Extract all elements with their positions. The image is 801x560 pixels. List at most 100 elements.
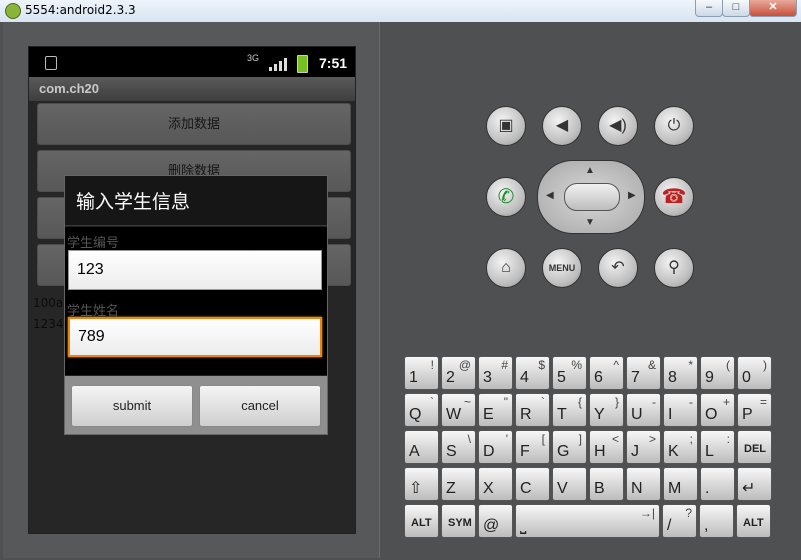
key-alt[interactable]: ALT <box>404 504 439 538</box>
key-alt-label: & <box>647 358 656 372</box>
key-y[interactable]: Y} <box>589 393 624 427</box>
key-p[interactable]: P = <box>737 393 772 427</box>
volume-down-icon[interactable]: ◀ <box>542 106 582 146</box>
key-label: T <box>557 406 567 423</box>
key-label: G <box>557 443 570 460</box>
key-k[interactable]: K; <box>663 430 698 464</box>
key-x[interactable]: X <box>478 467 513 501</box>
key-label: SYM <box>448 517 472 529</box>
key-del[interactable]: DEL <box>737 430 772 464</box>
key-label: @ <box>483 517 500 534</box>
dpad-center-button[interactable] <box>564 183 620 211</box>
key-a[interactable]: A <box>404 430 439 464</box>
key-label: J <box>631 443 639 460</box>
key-⇧[interactable]: ⇧ <box>404 467 439 501</box>
home-icon[interactable]: ⌂ <box>486 248 526 288</box>
key-label: R <box>520 406 532 423</box>
key-4[interactable]: 4 $ <box>515 356 550 390</box>
key-↵[interactable]: ↵ <box>737 467 772 501</box>
key-d[interactable]: D ' <box>478 430 513 464</box>
key-1[interactable]: 1! <box>404 356 439 390</box>
call-icon[interactable]: ✆ <box>486 177 526 217</box>
dialog-body: 学生编号 123 学生姓名 789 <box>65 227 327 375</box>
key-n[interactable]: N <box>626 467 661 501</box>
key-b[interactable]: B <box>589 467 624 501</box>
key-z[interactable]: Z <box>441 467 476 501</box>
key-label: V <box>557 480 568 497</box>
back-icon[interactable]: ↶ <box>598 248 638 288</box>
key-3[interactable]: 3 # <box>478 356 513 390</box>
camera-icon[interactable]: ▣ <box>486 106 526 146</box>
dialog-button-bar: submit cancel <box>65 376 327 434</box>
key-@[interactable]: @ <box>478 504 513 538</box>
key-sym[interactable]: SYM <box>441 504 476 538</box>
key-6[interactable]: 6 ^ <box>589 356 624 390</box>
dpad-left-icon[interactable]: ◀ <box>546 190 554 201</box>
key-8[interactable]: 8 * <box>663 356 698 390</box>
key-l[interactable]: L: <box>700 430 735 464</box>
student-id-input[interactable]: 123 <box>68 250 322 290</box>
dpad[interactable]: ▲ ▼ ◀ ▶ <box>537 160 645 234</box>
key-alt-label: ? <box>685 506 692 520</box>
key-j[interactable]: J > <box>626 430 661 464</box>
key-alt-label: % <box>571 358 582 372</box>
power-icon[interactable]: ⏻ <box>654 106 694 146</box>
key-alt-label: @ <box>458 358 471 372</box>
key-c[interactable]: C <box>515 467 550 501</box>
key-f[interactable]: F[ <box>515 430 550 464</box>
key-v[interactable]: V <box>552 467 587 501</box>
key-9[interactable]: 9( <box>700 356 735 390</box>
key-label: U <box>631 406 643 423</box>
dpad-right-icon[interactable]: ▶ <box>628 190 636 201</box>
key-2[interactable]: 2 @ <box>441 356 476 390</box>
maximize-button[interactable]: □ <box>722 0 750 17</box>
submit-button[interactable]: submit <box>71 385 193 427</box>
key-/[interactable]: /? <box>662 504 697 538</box>
student-info-dialog: 输入学生信息 学生编号 123 学生姓名 789 submit cancel <box>64 175 328 435</box>
window-title: 5554:android2.3.3 <box>25 3 136 17</box>
key-5[interactable]: 5% <box>552 356 587 390</box>
volume-up-icon[interactable]: ◀) <box>598 106 638 146</box>
key-u[interactable]: U- <box>626 393 661 427</box>
dpad-down-icon[interactable]: ▼ <box>585 217 595 228</box>
key-alt[interactable]: ALT <box>736 504 771 538</box>
key-t[interactable]: T{ <box>552 393 587 427</box>
key-r[interactable]: R ` <box>515 393 550 427</box>
key-label: H <box>594 443 606 460</box>
app-title: com.ch20 <box>29 77 355 101</box>
key-e[interactable]: E " <box>478 393 513 427</box>
search-icon[interactable]: ⚲ <box>654 248 694 288</box>
key-m[interactable]: M <box>663 467 698 501</box>
status-time: 7:51 <box>319 55 348 71</box>
key-label: C <box>520 480 532 497</box>
key-0[interactable]: 0) <box>737 356 772 390</box>
key-label: I <box>668 406 673 423</box>
key-h[interactable]: H < <box>589 430 624 464</box>
cancel-button[interactable]: cancel <box>199 385 321 427</box>
end-call-icon[interactable]: ☎ <box>654 177 694 217</box>
key-label: 0 <box>742 369 751 386</box>
device-screen: 3G 7:51 com.ch20 添加数据 删除数据 100a 1234 输入学… <box>28 46 356 534</box>
key-alt-label: [ <box>541 432 545 446</box>
key-w[interactable]: W ~ <box>441 393 476 427</box>
key-i[interactable]: I- <box>663 393 698 427</box>
student-name-input[interactable]: 789 <box>68 317 322 357</box>
key-alt-label: * <box>688 358 693 372</box>
key-alt-label: " <box>503 395 508 409</box>
key-,[interactable]: , <box>699 504 734 538</box>
key-.[interactable]: . <box>700 467 735 501</box>
close-button[interactable]: ✕ <box>749 0 797 17</box>
key-label: Y <box>594 406 605 423</box>
key-q[interactable]: Q ` <box>404 393 439 427</box>
key-o[interactable]: O + <box>700 393 735 427</box>
key-alt-label: ( <box>726 358 730 372</box>
dpad-up-icon[interactable]: ▲ <box>585 165 595 176</box>
minimize-button[interactable]: – <box>695 0 723 17</box>
menu-icon[interactable]: MENU <box>542 248 582 288</box>
key-space[interactable]: ⎵ →| <box>515 504 660 538</box>
key-s[interactable]: S \ <box>441 430 476 464</box>
key-g[interactable]: G] <box>552 430 587 464</box>
key-7[interactable]: 7 & <box>626 356 661 390</box>
key-label: 1 <box>409 369 418 386</box>
key-label: 5 <box>557 369 566 386</box>
